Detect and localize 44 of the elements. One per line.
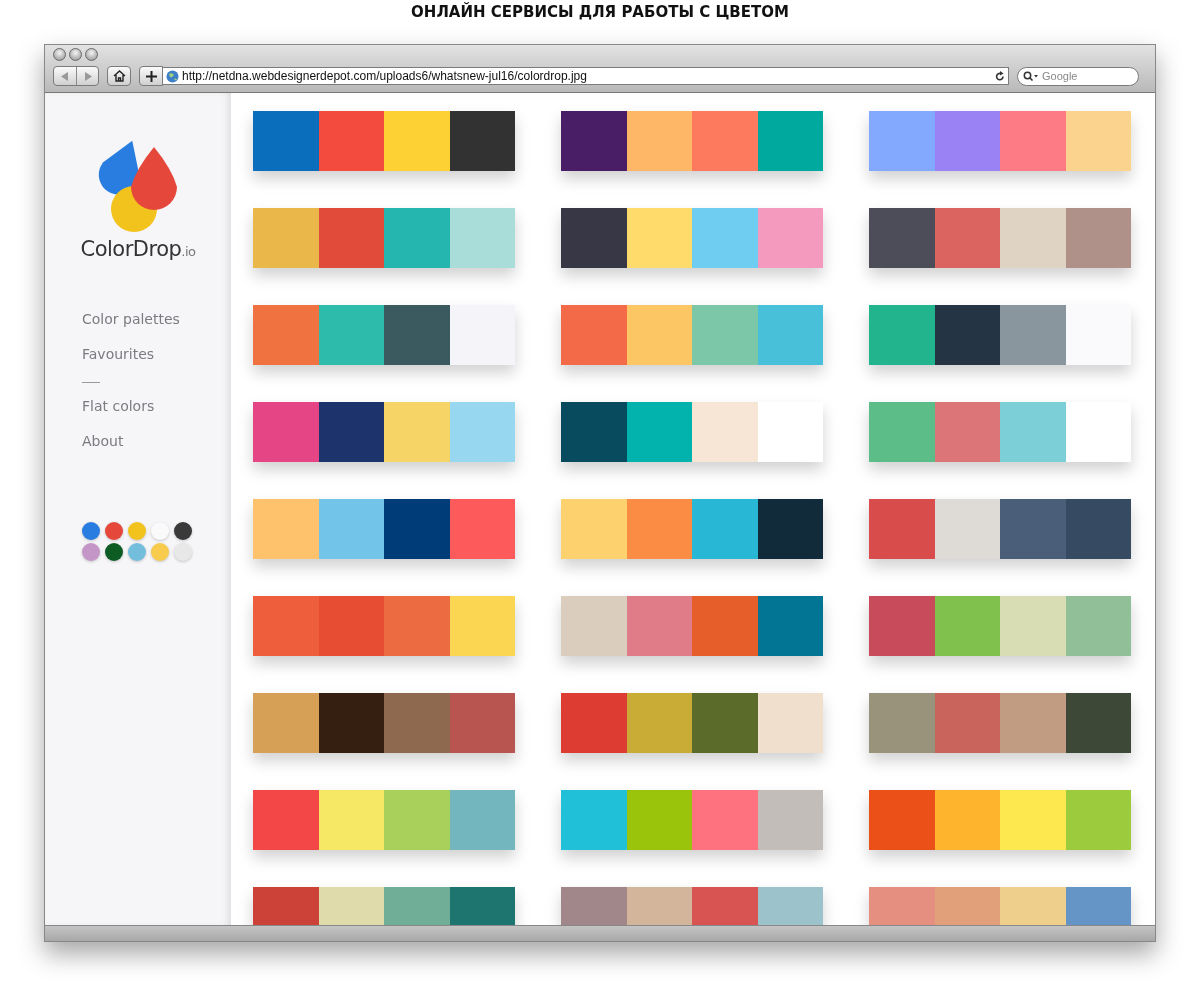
reload-icon[interactable] bbox=[995, 70, 1005, 82]
window-minimize-button[interactable] bbox=[69, 48, 82, 61]
palette-card[interactable] bbox=[253, 111, 515, 171]
back-arrow-icon bbox=[61, 71, 69, 81]
logo-suffix: .io bbox=[181, 244, 196, 259]
palette-card[interactable] bbox=[561, 402, 823, 462]
color-filter-dot[interactable] bbox=[82, 543, 100, 561]
forward-arrow-icon bbox=[83, 71, 92, 81]
search-icon bbox=[1023, 71, 1039, 81]
palette-card[interactable] bbox=[561, 208, 823, 268]
nav-link[interactable]: About bbox=[82, 431, 124, 466]
palette-card[interactable] bbox=[869, 499, 1131, 559]
address-field[interactable]: http://netdna.webdesignerdepot.com/uploads6/whatsnew-jul16/colordrop.jpg bbox=[163, 67, 1009, 85]
color-filter-dot[interactable] bbox=[151, 522, 169, 540]
search-placeholder: Google bbox=[1042, 70, 1078, 82]
color-filter-dot[interactable] bbox=[174, 522, 192, 540]
color-filter-dot[interactable] bbox=[128, 543, 146, 561]
search-field[interactable]: Google bbox=[1017, 66, 1139, 86]
color-filter-dot[interactable] bbox=[174, 543, 192, 561]
palette-card[interactable] bbox=[561, 111, 823, 171]
page-heading: ОНЛАЙН СЕРВИСЫ ДЛЯ РАБОТЫ С ЦВЕТОМ bbox=[411, 3, 789, 21]
nav-link[interactable]: Color palettes bbox=[82, 309, 180, 344]
palette-card[interactable] bbox=[561, 499, 823, 559]
logo-text: ColorDrop bbox=[80, 237, 182, 261]
color-filter-dot[interactable] bbox=[105, 522, 123, 540]
nav-link[interactable]: Flat colors bbox=[82, 396, 155, 431]
palette-card[interactable] bbox=[869, 305, 1131, 365]
color-filter-dot[interactable] bbox=[151, 543, 169, 561]
globe-icon bbox=[166, 69, 179, 83]
palette-card[interactable] bbox=[869, 208, 1131, 268]
palette-card[interactable] bbox=[253, 693, 515, 753]
palette-card[interactable] bbox=[253, 305, 515, 365]
color-filter-dot[interactable] bbox=[128, 522, 146, 540]
plus-icon bbox=[145, 70, 157, 82]
drops-logo-icon bbox=[98, 139, 178, 235]
url-text: http://netdna.webdesignerdepot.com/uploads6/whatsnew-jul16/colordrop.jpg bbox=[182, 69, 588, 83]
palette-card[interactable] bbox=[253, 499, 515, 559]
color-filter-dot[interactable] bbox=[105, 543, 123, 561]
window-zoom-button[interactable] bbox=[85, 48, 98, 61]
color-filter-dot[interactable] bbox=[82, 522, 100, 540]
home-icon bbox=[112, 70, 126, 82]
palette-card[interactable] bbox=[253, 402, 515, 462]
window-close-button[interactable] bbox=[53, 48, 66, 61]
nav-link[interactable]: Favourites bbox=[82, 344, 155, 379]
